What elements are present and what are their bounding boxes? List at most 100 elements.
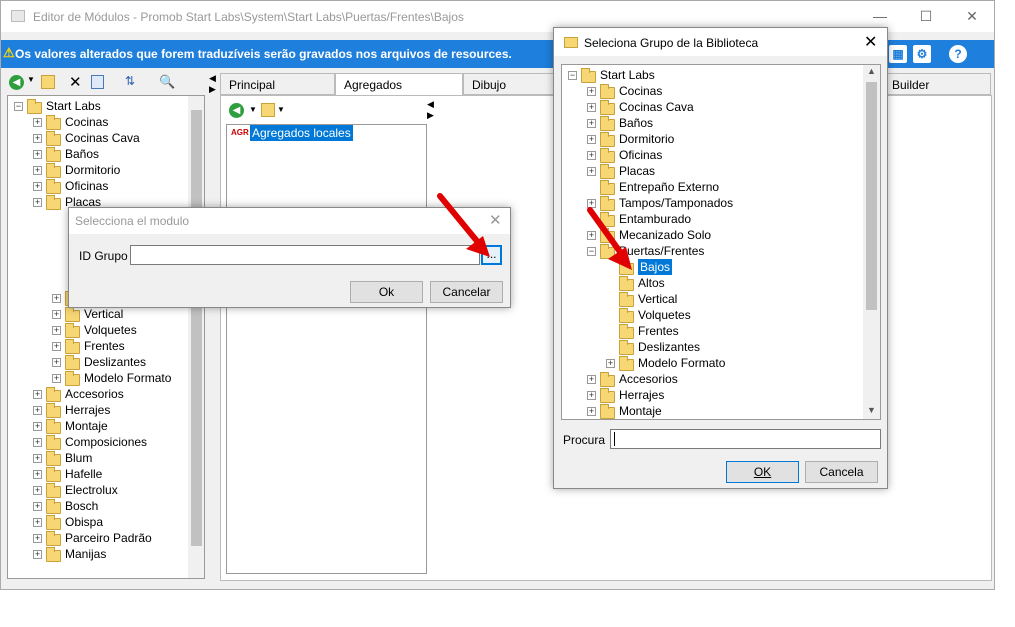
expand-icon[interactable]: + xyxy=(587,407,596,416)
tab-builder[interactable]: Builder xyxy=(883,73,991,95)
sort-icon[interactable]: ⇅ xyxy=(125,74,135,88)
modulo-cancel-button[interactable]: Cancelar xyxy=(430,281,503,303)
folder-icon xyxy=(581,68,596,83)
grupo-dialog-close-button[interactable]: ✕ xyxy=(864,32,877,52)
grupo-ok-button[interactable]: OK xyxy=(726,461,799,483)
expand-icon[interactable]: + xyxy=(33,390,42,399)
tab-principal[interactable]: Principal xyxy=(220,73,335,95)
expand-icon[interactable]: + xyxy=(587,231,596,240)
agregados-collapse-icon[interactable]: ◀ ▶ xyxy=(427,99,434,121)
tree-item-label: Start Labs xyxy=(46,99,101,113)
procura-input[interactable] xyxy=(610,429,881,449)
tree-item-label: Baños xyxy=(619,116,654,130)
expand-icon[interactable]: + xyxy=(33,502,42,511)
folder-icon xyxy=(600,212,615,227)
gear-icon[interactable]: ⚙ xyxy=(913,45,931,63)
expand-icon[interactable]: + xyxy=(33,486,42,495)
expand-icon[interactable]: + xyxy=(587,167,596,176)
expand-icon[interactable]: + xyxy=(52,310,61,319)
expand-icon[interactable]: + xyxy=(587,103,596,112)
maximize-button[interactable]: ☐ xyxy=(903,1,949,32)
back-icon[interactable]: ◀ xyxy=(9,75,24,90)
expand-icon[interactable]: + xyxy=(33,406,42,415)
agregados-new-icon[interactable] xyxy=(261,103,275,117)
tree-item-label: Accesorios xyxy=(619,372,678,386)
scroll-down-icon[interactable]: ▼ xyxy=(867,405,876,415)
modulo-dialog-close-button[interactable]: ✕ xyxy=(489,211,502,229)
left-tree-scrollbar[interactable] xyxy=(188,96,204,578)
id-grupo-input[interactable] xyxy=(130,245,480,265)
tree-item-label: Frentes xyxy=(84,339,125,353)
tree-item-label: Vertical xyxy=(638,292,678,306)
tree-item-label: Start Labs xyxy=(600,68,655,82)
expand-icon[interactable]: + xyxy=(33,422,42,431)
find-icon[interactable]: 🔍 xyxy=(159,74,175,90)
folder-icon xyxy=(600,148,615,163)
tree-item-label: Mecanizado Solo xyxy=(619,228,712,242)
agregados-new-dropdown-icon[interactable]: ▼ xyxy=(277,105,285,114)
expand-icon[interactable]: + xyxy=(587,391,596,400)
expand-icon[interactable]: + xyxy=(33,166,42,175)
folder-icon xyxy=(46,147,61,162)
expand-icon[interactable]: + xyxy=(587,375,596,384)
collapse-icon[interactable]: − xyxy=(587,247,596,256)
expand-icon[interactable]: + xyxy=(52,342,61,351)
expand-icon[interactable]: + xyxy=(33,198,42,207)
delete-icon[interactable]: ✕ xyxy=(69,73,82,91)
modulo-ok-button[interactable]: Ok xyxy=(350,281,423,303)
expand-icon[interactable]: + xyxy=(33,118,42,127)
agregados-back-icon[interactable]: ◀ xyxy=(229,103,244,118)
folder-icon xyxy=(46,531,61,546)
expand-icon[interactable]: + xyxy=(587,87,596,96)
folder-icon xyxy=(65,355,80,370)
agregados-locales-item[interactable]: Agregados locales xyxy=(250,125,353,141)
dropdown-arrow-icon[interactable]: ▼ xyxy=(27,75,35,84)
help-icon[interactable]: ? xyxy=(949,45,967,63)
tree-item-label: Composiciones xyxy=(65,435,148,449)
expand-icon[interactable]: + xyxy=(33,438,42,447)
tab-agregados[interactable]: Agregados xyxy=(335,73,463,95)
expand-icon[interactable]: + xyxy=(587,135,596,144)
tree-item-label: Dormitorio xyxy=(619,132,675,146)
grupo-tree-scrollbar[interactable]: ▲ ▼ xyxy=(863,65,880,419)
grupo-tree-scroll-thumb[interactable] xyxy=(866,82,877,310)
tab-dibujo[interactable]: Dibujo xyxy=(463,73,563,95)
collapse-icon[interactable]: − xyxy=(568,71,577,80)
folder-icon xyxy=(600,132,615,147)
expand-icon[interactable]: + xyxy=(33,518,42,527)
expand-icon[interactable]: + xyxy=(33,470,42,479)
agr-tag: AGR xyxy=(231,128,249,137)
collapse-left-icon[interactable]: ◀ ▶ xyxy=(209,73,216,95)
browse-button[interactable]: ... xyxy=(481,245,502,265)
expand-icon[interactable]: + xyxy=(33,534,42,543)
expand-icon[interactable]: + xyxy=(52,294,61,303)
expand-icon[interactable]: + xyxy=(587,199,596,208)
left-tree-scroll-thumb[interactable] xyxy=(191,110,202,546)
expand-icon[interactable]: + xyxy=(33,454,42,463)
tree-item-label: Electrolux xyxy=(65,483,118,497)
expand-icon[interactable]: + xyxy=(606,359,615,368)
folder-icon xyxy=(600,116,615,131)
expand-icon[interactable]: + xyxy=(587,151,596,160)
expand-icon[interactable]: + xyxy=(52,374,61,383)
expand-icon[interactable]: + xyxy=(33,550,42,559)
tree-item-label: Entamburado xyxy=(619,212,692,226)
tree-item-label: Tampos/Tamponados xyxy=(619,196,734,210)
folder-icon xyxy=(65,339,80,354)
collapse-icon[interactable]: − xyxy=(14,102,23,111)
close-button[interactable]: ✕ xyxy=(949,1,995,32)
agregados-dropdown-icon[interactable]: ▼ xyxy=(249,105,257,114)
expand-icon[interactable]: + xyxy=(33,134,42,143)
expand-icon[interactable]: + xyxy=(587,119,596,128)
expand-icon[interactable]: + xyxy=(33,182,42,191)
modulo-dialog-title: Selecciona el modulo xyxy=(75,214,190,228)
copy-icon[interactable] xyxy=(91,75,104,89)
grupo-cancel-button[interactable]: Cancela xyxy=(805,461,878,483)
expand-icon[interactable]: + xyxy=(33,150,42,159)
folder-icon xyxy=(46,419,61,434)
properties-icon[interactable]: ▦ xyxy=(889,45,907,63)
new-folder-icon[interactable] xyxy=(41,75,55,89)
expand-icon[interactable]: + xyxy=(52,358,61,367)
expand-icon[interactable]: + xyxy=(52,326,61,335)
scroll-up-icon[interactable]: ▲ xyxy=(867,66,876,76)
